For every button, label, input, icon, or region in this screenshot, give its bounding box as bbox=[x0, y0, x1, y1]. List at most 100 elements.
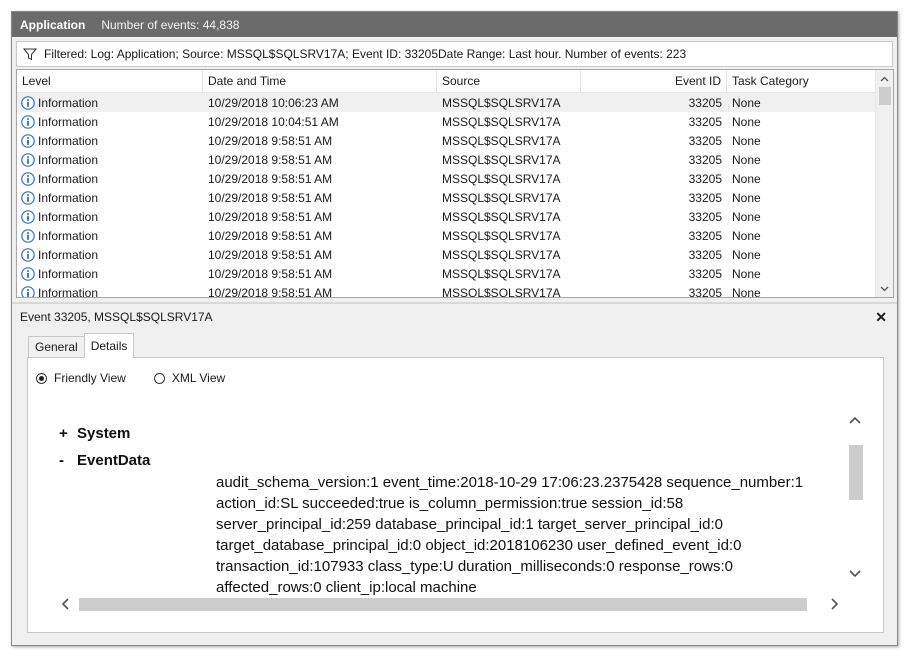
tab-details[interactable]: Details bbox=[83, 333, 135, 358]
close-icon[interactable]: ✕ bbox=[875, 309, 887, 326]
column-header-source[interactable]: Source bbox=[437, 70, 581, 92]
cell-event-id: 33205 bbox=[688, 228, 722, 243]
level-text: Information bbox=[38, 171, 99, 186]
cell-event-id: 33205 bbox=[688, 171, 722, 186]
level-text: Information bbox=[38, 152, 99, 167]
cell-level: Information bbox=[17, 134, 203, 148]
radio-unselected-icon[interactable] bbox=[153, 372, 165, 384]
information-icon bbox=[21, 266, 35, 281]
cell-source: MSSQL$SQLSRV17A bbox=[442, 247, 561, 262]
cell-date: 10/29/2018 9:58:51 AM bbox=[208, 152, 333, 167]
tab-general[interactable]: General bbox=[28, 336, 85, 358]
level-text: Information bbox=[38, 114, 99, 129]
details-horizontal-scrollbar[interactable] bbox=[55, 594, 845, 614]
cell-task-category: None bbox=[732, 247, 761, 262]
cell-level: Information bbox=[17, 267, 203, 281]
pane-splitter[interactable] bbox=[12, 302, 897, 304]
detail-header: Event 33205, MSSQL$SQLSRV17A ✕ bbox=[16, 306, 893, 328]
cell-event-id: 33205 bbox=[688, 190, 722, 205]
table-row[interactable]: Information 10/29/2018 9:58:51 AM MSSQL$SQ… bbox=[17, 207, 875, 226]
level-text: Information bbox=[38, 247, 99, 262]
list-scroll-thumb[interactable] bbox=[879, 87, 891, 105]
details-scroll-thumb[interactable] bbox=[849, 445, 863, 500]
information-icon bbox=[21, 152, 35, 167]
cell-event-id: 33205 bbox=[688, 285, 722, 298]
cell-event-id: 33205 bbox=[688, 114, 722, 129]
information-icon bbox=[21, 209, 35, 224]
level-text: Information bbox=[38, 95, 99, 110]
table-row[interactable]: Information 10/29/2018 10:06:23 AM MSSQL$S… bbox=[17, 93, 875, 112]
eventdata-line: transaction_id:107933 class_type:U durat… bbox=[216, 558, 733, 575]
scroll-up-arrow-icon[interactable] bbox=[876, 70, 893, 87]
details-panel: Friendly View XML View + System - EventD… bbox=[27, 357, 884, 633]
cell-event-id: 33205 bbox=[688, 209, 722, 224]
information-icon bbox=[21, 95, 35, 110]
cell-date: 10/29/2018 9:58:51 AM bbox=[208, 266, 333, 281]
table-row[interactable]: Information 10/29/2018 9:58:51 AM MSSQL$SQ… bbox=[17, 226, 875, 245]
table-row[interactable]: Information 10/29/2018 10:04:51 AM MSSQL$S… bbox=[17, 112, 875, 131]
cell-date: 10/29/2018 9:58:51 AM bbox=[208, 285, 333, 298]
details-vertical-scrollbar[interactable] bbox=[845, 411, 865, 583]
cell-level: Information bbox=[17, 285, 203, 298]
events-list: Level Date and Time Source Event ID Task… bbox=[16, 69, 894, 298]
cell-source: MSSQL$SQLSRV17A bbox=[442, 266, 561, 281]
cell-date: 10/29/2018 9:58:51 AM bbox=[208, 228, 333, 243]
cell-source: MSSQL$SQLSRV17A bbox=[442, 228, 561, 243]
list-vertical-scrollbar[interactable] bbox=[875, 70, 893, 297]
information-icon bbox=[21, 190, 35, 205]
cell-level: Information bbox=[17, 153, 203, 167]
event-count: Number of events: 44,838 bbox=[101, 17, 240, 32]
details-hscroll-thumb[interactable] bbox=[79, 598, 807, 611]
radio-selected-icon[interactable] bbox=[36, 372, 47, 384]
column-header-task-category[interactable]: Task Category bbox=[727, 70, 875, 92]
tree-node-label: EventData bbox=[77, 452, 151, 469]
friendly-view-radio[interactable]: Friendly View bbox=[36, 371, 126, 385]
information-icon bbox=[21, 247, 35, 262]
cell-task-category: None bbox=[732, 190, 761, 205]
cell-level: Information bbox=[17, 248, 203, 262]
scroll-down-arrow-icon[interactable] bbox=[876, 280, 893, 297]
cell-source: MSSQL$SQLSRV17A bbox=[442, 114, 561, 129]
scroll-right-arrow-icon[interactable] bbox=[825, 594, 845, 614]
scroll-left-arrow-icon[interactable] bbox=[55, 594, 75, 614]
scroll-down-arrow-icon[interactable] bbox=[845, 565, 865, 583]
cell-task-category: None bbox=[732, 285, 761, 298]
level-text: Information bbox=[38, 285, 99, 298]
table-row[interactable]: Information 10/29/2018 9:58:51 AM MSSQL$SQ… bbox=[17, 131, 875, 150]
list-header: Level Date and Time Source Event ID Task… bbox=[17, 70, 875, 93]
tree-node-eventdata[interactable]: - EventData bbox=[59, 447, 150, 474]
table-row[interactable]: Information 10/29/2018 9:58:51 AM MSSQL$SQ… bbox=[17, 283, 875, 298]
level-text: Information bbox=[38, 133, 99, 148]
filter-bar: Filtered: Log: Application; Source: MSSQ… bbox=[16, 41, 893, 67]
table-row[interactable]: Information 10/29/2018 9:58:51 AM MSSQL$SQ… bbox=[17, 264, 875, 283]
expand-toggle[interactable]: + bbox=[59, 425, 77, 442]
cell-task-category: None bbox=[732, 152, 761, 167]
table-row[interactable]: Information 10/29/2018 9:58:51 AM MSSQL$SQ… bbox=[17, 245, 875, 264]
xml-view-radio[interactable]: XML View bbox=[153, 371, 225, 385]
table-row[interactable]: Information 10/29/2018 9:58:51 AM MSSQL$SQ… bbox=[17, 150, 875, 169]
information-icon bbox=[21, 228, 35, 243]
cell-date: 10/29/2018 9:58:51 AM bbox=[208, 209, 333, 224]
information-icon bbox=[21, 285, 35, 297]
information-icon bbox=[21, 171, 35, 186]
table-row[interactable]: Information 10/29/2018 9:58:51 AM MSSQL$SQ… bbox=[17, 188, 875, 207]
cell-level: Information bbox=[17, 210, 203, 224]
cell-event-id: 33205 bbox=[688, 152, 722, 167]
log-title: Application bbox=[20, 17, 86, 32]
cell-date: 10/29/2018 9:58:51 AM bbox=[208, 190, 333, 205]
tree-node-system[interactable]: + System bbox=[59, 420, 150, 447]
eventdata-line: target_database_principal_id:0 object_id… bbox=[216, 537, 742, 554]
column-header-date[interactable]: Date and Time bbox=[203, 70, 437, 92]
column-header-level[interactable]: Level bbox=[17, 70, 203, 92]
event-details-view: + System - EventData audit_schema_versio… bbox=[45, 401, 865, 624]
filter-icon bbox=[23, 48, 37, 60]
column-header-event-id[interactable]: Event ID bbox=[581, 70, 727, 92]
collapse-toggle[interactable]: - bbox=[59, 452, 77, 469]
cell-task-category: None bbox=[732, 228, 761, 243]
cell-source: MSSQL$SQLSRV17A bbox=[442, 133, 561, 148]
cell-date: 10/29/2018 9:58:51 AM bbox=[208, 171, 333, 186]
eventdata-text: audit_schema_version:1 event_time:2018-1… bbox=[216, 472, 836, 598]
scroll-up-arrow-icon[interactable] bbox=[845, 411, 865, 429]
cell-event-id: 33205 bbox=[688, 266, 722, 281]
table-row[interactable]: Information 10/29/2018 9:58:51 AM MSSQL$SQ… bbox=[17, 169, 875, 188]
